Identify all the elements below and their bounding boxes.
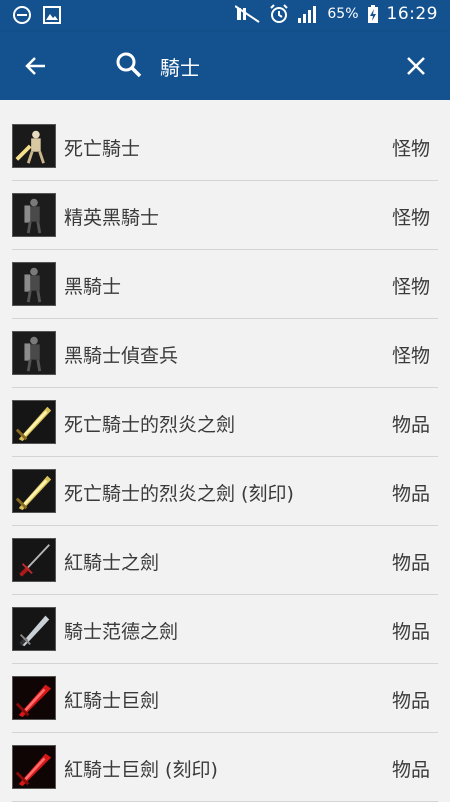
black-knight-icon [12,193,56,237]
alarm-icon [270,4,289,23]
result-type: 物品 [391,414,430,436]
result-name: 精英黑騎士 [64,207,160,229]
search-results: 死亡騎士 怪物 精英黑騎士 怪物 黑騎士 怪物 黑騎士偵查兵 怪物 死亡騎士的烈炎之劍 物品 死亡騎… [0,100,450,802]
result-type: 物品 [391,759,430,781]
result-name: 騎士范德之劍 [64,621,179,643]
result-name: 死亡騎士的烈炎之劍 (刻印) [64,483,294,505]
result-row[interactable]: 紅騎士巨劍 (刻印) 物品 [12,733,438,802]
result-name: 紅騎士巨劍 [64,690,160,712]
result-name: 死亡騎士的烈炎之劍 [64,414,236,436]
do-not-disturb-icon [13,6,31,24]
result-row[interactable]: 死亡騎士 怪物 [12,112,438,181]
black-knight-icon [12,331,56,375]
search-toolbar [0,32,450,100]
arrow-left-icon [25,57,45,75]
mute-icon [235,5,260,23]
battery-charging-icon [367,5,378,23]
clear-search-button[interactable] [396,46,436,86]
battery-percentage: 65% [327,6,359,22]
result-name: 紅騎士之劍 [64,552,160,574]
back-button[interactable] [16,46,56,86]
result-row[interactable]: 紅騎士之劍 物品 [12,526,438,595]
result-name: 死亡騎士 [64,138,141,160]
red-greatsword-icon [12,676,56,720]
status-bar: 65% 16:29 [0,0,450,32]
result-type: 怪物 [391,276,430,298]
clock: 16:29 [386,4,438,24]
result-name: 紅騎士巨劍 (刻印) [64,759,218,781]
result-list: 死亡騎士 怪物 精英黑騎士 怪物 黑騎士 怪物 黑騎士偵查兵 怪物 死亡騎士的烈炎之劍 物品 死亡騎… [0,112,450,802]
result-name: 黑騎士偵查兵 [64,345,179,367]
result-row[interactable]: 黑騎士偵查兵 怪物 [12,319,438,388]
result-type: 物品 [391,690,430,712]
flame-sword-icon [12,400,56,444]
status-bar-left [12,5,62,25]
result-type: 物品 [391,552,430,574]
result-type: 怪物 [391,138,430,160]
red-greatsword-icon [12,745,56,789]
result-type: 物品 [391,483,430,505]
close-icon [407,57,425,75]
result-row[interactable]: 死亡騎士的烈炎之劍 物品 [12,388,438,457]
result-row[interactable]: 黑騎士 怪物 [12,250,438,319]
flame-sword-icon [12,469,56,513]
status-bar-right: 65% 16:29 [235,4,438,24]
result-type: 物品 [391,621,430,643]
black-knight-icon [12,262,56,306]
result-name: 黑騎士 [64,276,122,298]
result-row[interactable]: 死亡騎士的烈炎之劍 (刻印) 物品 [12,457,438,526]
result-type: 怪物 [391,345,430,367]
result-row[interactable]: 紅騎士巨劍 物品 [12,664,438,733]
gallery-icon [43,6,61,24]
result-type: 怪物 [391,207,430,229]
result-row[interactable]: 騎士范德之劍 物品 [12,595,438,664]
silver-sword-icon [12,607,56,651]
search-input[interactable] [160,52,380,80]
signal-icon [298,6,317,23]
death-knight-icon [12,124,56,168]
result-row[interactable]: 精英黑騎士 怪物 [12,181,438,250]
red-sword-icon [12,538,56,582]
search-icon [116,52,142,78]
